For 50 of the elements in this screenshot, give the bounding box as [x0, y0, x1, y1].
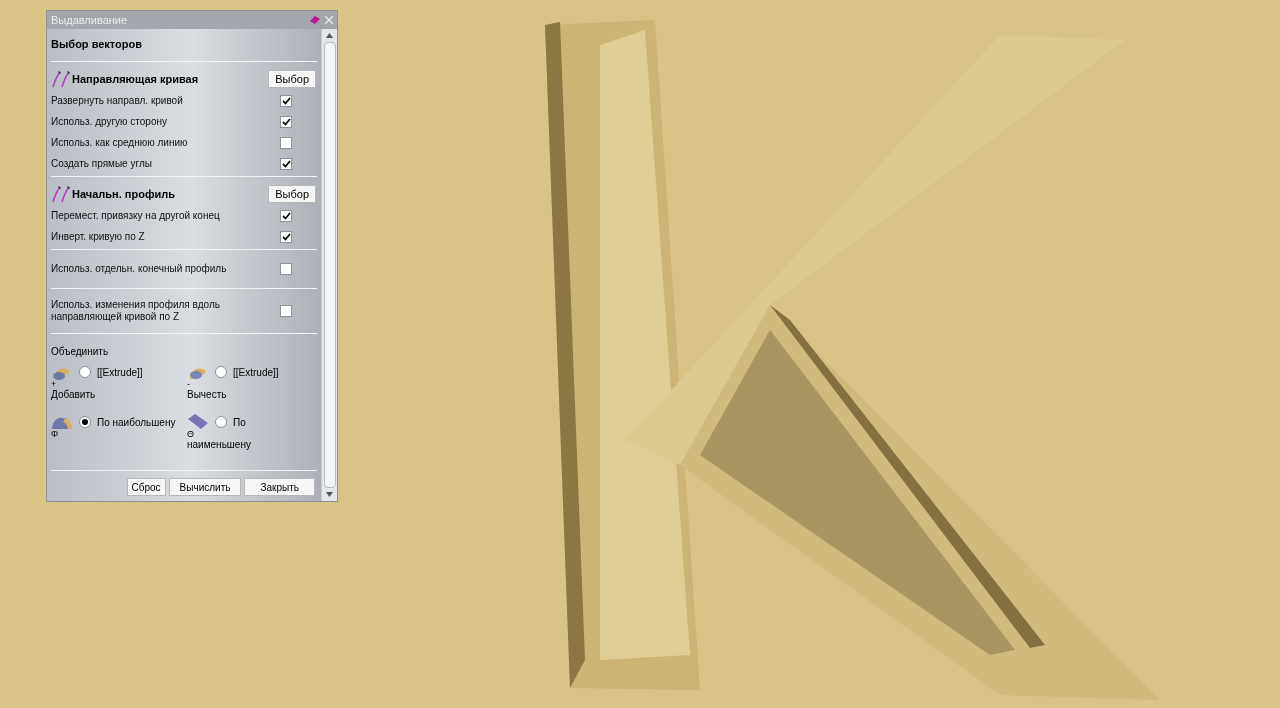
radio-button[interactable] — [79, 416, 91, 428]
choice-caption: Добавить — [51, 389, 96, 401]
curve-arrows-icon — [51, 185, 71, 203]
radio-button[interactable] — [215, 366, 227, 378]
choice-caption: Вычесть — [187, 389, 227, 401]
operation-sign: Φ — [51, 430, 59, 439]
option-label: Создать прямые углы — [51, 157, 152, 170]
scrollbar[interactable] — [321, 29, 337, 501]
checkbox[interactable] — [280, 305, 292, 317]
close-icon[interactable] — [325, 16, 333, 24]
choice-label: По наибольшену — [97, 416, 176, 430]
radio-button[interactable] — [215, 416, 227, 428]
checkbox[interactable] — [280, 209, 292, 222]
checkbox[interactable] — [280, 136, 292, 149]
option-label: Использ. отдельн. конечный профиль — [51, 263, 227, 275]
checkbox[interactable] — [280, 157, 292, 170]
eraser-icon[interactable] — [309, 15, 321, 25]
boolean-shape-icon — [187, 413, 209, 430]
choice-label: По — [233, 416, 246, 430]
checkbox[interactable] — [280, 115, 292, 128]
option-label: Инверт. кривую по Z — [51, 230, 145, 243]
checkbox[interactable] — [280, 230, 292, 243]
radio-button[interactable] — [79, 366, 91, 378]
select-button[interactable]: Выбор — [268, 185, 316, 203]
operation-sign: Θ — [187, 430, 194, 439]
window-title: Выдавливание — [51, 12, 128, 28]
option-label: Развернуть направл. кривой — [51, 94, 183, 107]
scroll-up-icon[interactable] — [326, 33, 333, 38]
option-label: Перемест. привязку на другой конец — [51, 209, 220, 222]
scrollbar-thumb[interactable] — [323, 42, 336, 488]
operation-sign: - — [187, 380, 190, 389]
operation-sign: + — [51, 380, 57, 389]
scroll-down-icon[interactable] — [326, 492, 333, 497]
combine-label: Объединить — [51, 345, 110, 359]
choice-label: [[Extrude]] — [233, 366, 279, 380]
option-label: Использ. другую сторону — [51, 115, 167, 128]
curve-arrows-icon — [51, 70, 71, 88]
select-button[interactable]: Выбор — [268, 70, 316, 88]
dialog-button[interactable]: Сброс — [126, 478, 166, 496]
option-label: Использ. изменения профиля вдоль направляющей кривой по Z — [51, 299, 221, 323]
checkbox[interactable] — [280, 263, 292, 275]
option-label: Использ. как среднюю линию — [51, 136, 188, 149]
checkbox[interactable] — [280, 94, 292, 107]
choice-caption: наименьшену — [187, 439, 251, 451]
section-header: Начальн. профиль — [72, 186, 176, 202]
dialog-button[interactable]: Закрыть — [244, 478, 315, 496]
dialog-button[interactable]: Вычислить — [168, 478, 242, 496]
section-header: Направляющая кривая — [72, 71, 199, 87]
choice-label: [[Extrude]] — [97, 366, 143, 380]
section-title: Выбор векторов — [51, 36, 144, 52]
